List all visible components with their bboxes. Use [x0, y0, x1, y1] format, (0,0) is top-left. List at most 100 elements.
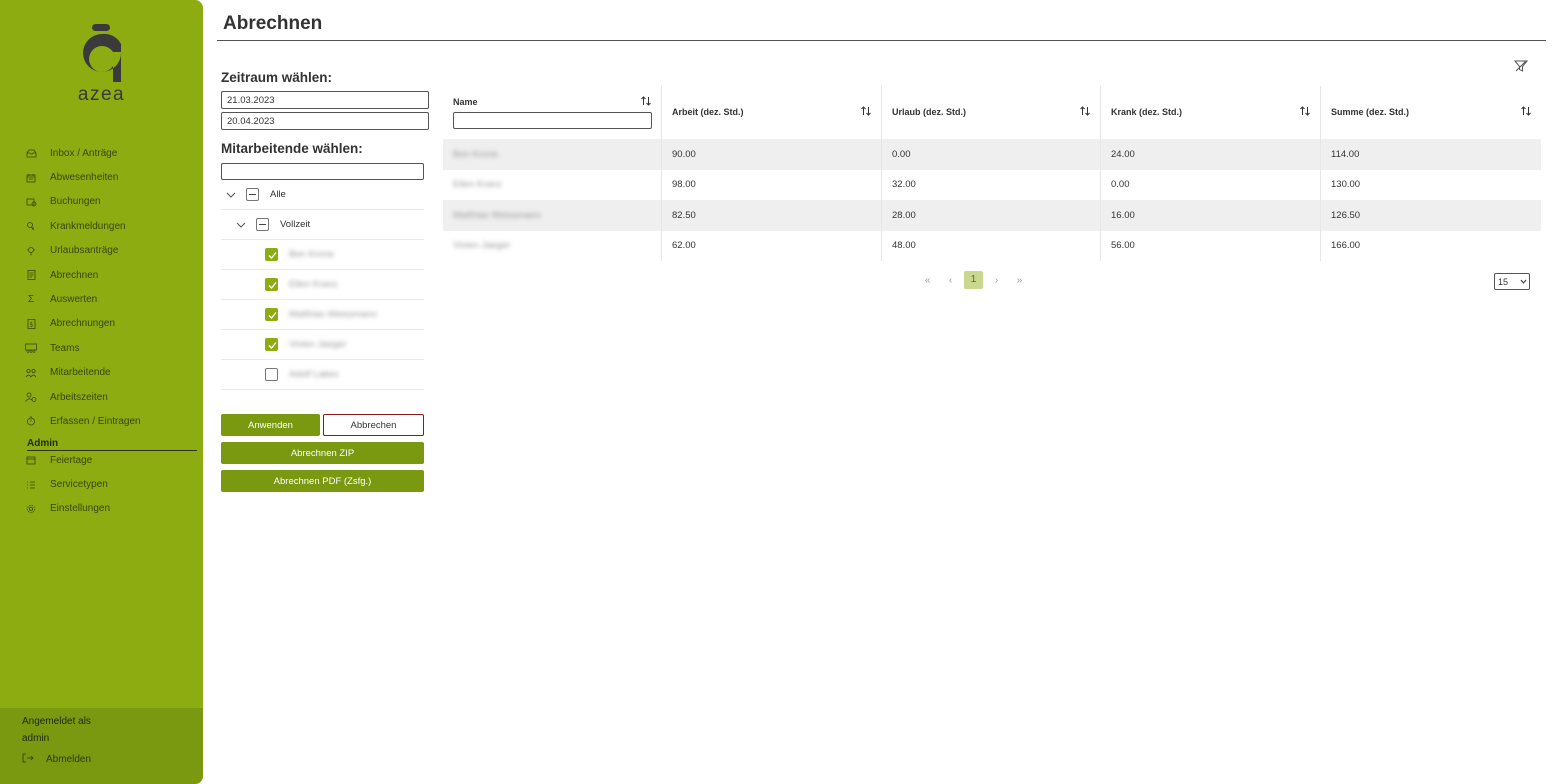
calendar-icon — [23, 172, 39, 184]
nav-item-krankmeldungen[interactable]: Krankmeldungen — [23, 214, 203, 238]
chevron-down-icon — [1520, 279, 1527, 284]
employee-tree: Alle Vollzeit Ben Krone Ellen Kranz Matt… — [221, 180, 424, 390]
table-row[interactable]: Ben Krone 90.00 0.00 24.00 114.00 — [443, 139, 1541, 170]
chevron-down-icon[interactable] — [235, 219, 247, 231]
employees-label: Mitarbeitende wählen: — [221, 141, 363, 156]
cell-name: Vivien Jaeger — [453, 240, 511, 252]
employee-checkbox[interactable] — [265, 338, 278, 351]
sick-icon — [23, 220, 39, 232]
people-icon — [23, 367, 39, 379]
table-row[interactable]: Vivien Jaeger 62.00 48.00 56.00 166.00 — [443, 230, 1541, 261]
stopwatch-icon — [23, 415, 39, 427]
logged-in-label: Angemeldet als — [22, 716, 91, 727]
last-page-button[interactable]: » — [1008, 275, 1031, 286]
nav-item-abrechnen[interactable]: Abrechnen — [23, 263, 203, 287]
app-logo[interactable]: azea — [0, 22, 203, 106]
sort-icon[interactable] — [1520, 105, 1532, 117]
cell-krank: 24.00 — [1101, 139, 1321, 170]
export-zip-button[interactable]: Abrechnen ZIP — [221, 442, 424, 464]
nav-item-mitarbeitende[interactable]: Mitarbeitende — [23, 361, 203, 385]
first-page-button[interactable]: « — [916, 275, 939, 286]
teams-icon — [23, 342, 39, 354]
next-page-button[interactable]: › — [985, 275, 1008, 286]
group-label: Vollzeit — [280, 219, 311, 230]
sort-icon[interactable] — [1079, 105, 1091, 117]
logo-icon — [82, 24, 121, 82]
group-checkbox[interactable] — [256, 218, 269, 231]
name-filter-input[interactable] — [453, 112, 652, 129]
cell-arbeit: 98.00 — [662, 169, 882, 200]
employee-name: Ellen Kranz — [289, 279, 338, 290]
vacation-icon — [23, 245, 39, 257]
main-nav: Inbox / Anträge Abwesenheiten Buchungen … — [23, 141, 203, 434]
title-divider — [217, 40, 1546, 41]
inbox-icon — [23, 147, 39, 159]
table-row[interactable]: Ellen Kranz 98.00 32.00 0.00 130.00 — [443, 169, 1541, 200]
nav-item-arbeitszeiten[interactable]: Arbeitszeiten — [23, 385, 203, 409]
nav-item-auswerten[interactable]: Σ Auswerten — [23, 287, 203, 311]
column-header-krank: Krank (dez. Std.) — [1101, 86, 1321, 139]
nav-item-feiertage[interactable]: Feiertage — [23, 448, 203, 472]
list-icon — [23, 479, 39, 491]
cancel-button[interactable]: Abbrechen — [323, 414, 424, 436]
employee-checkbox[interactable] — [265, 308, 278, 321]
tree-row-employee: Vivien Jaeger — [221, 330, 424, 360]
tree-row-employee: Ben Krone — [221, 240, 424, 270]
prev-page-button[interactable]: ‹ — [939, 275, 962, 286]
employee-checkbox[interactable] — [265, 248, 278, 261]
cell-arbeit: 82.50 — [662, 200, 882, 231]
column-header-urlaub: Urlaub (dez. Std.) — [882, 86, 1101, 139]
cell-summe: 114.00 — [1331, 148, 1360, 160]
table-row[interactable]: Matthias Weissmann 82.50 28.00 16.00 126… — [443, 200, 1541, 231]
employee-search-input[interactable] — [221, 163, 424, 180]
apply-button[interactable]: Anwenden — [221, 414, 320, 436]
nav-item-servicetypen[interactable]: Servicetypen — [23, 472, 203, 496]
sort-icon[interactable] — [1299, 105, 1311, 117]
column-header-name: Name — [443, 86, 662, 139]
column-header-summe: Summe (dez. Std.) — [1321, 86, 1541, 139]
pagination: « ‹ 1 › » — [916, 271, 1031, 289]
sidebar: azea Inbox / Anträge Abwesenheiten Buchu… — [0, 0, 203, 784]
employee-checkbox[interactable] — [265, 278, 278, 291]
tree-row-employee: Adolf Lakes — [221, 360, 424, 390]
employee-checkbox[interactable] — [265, 368, 278, 381]
nav-item-abrechnungen[interactable]: $ Abrechnungen — [23, 312, 203, 336]
cell-krank: 16.00 — [1101, 200, 1321, 231]
nav-item-erfassen[interactable]: Erfassen / Eintragen — [23, 409, 203, 433]
tree-row-all: Alle — [221, 180, 424, 210]
gear-icon — [23, 503, 39, 515]
date-to-input[interactable] — [221, 112, 429, 130]
employee-name: Vivien Jaeger — [289, 339, 347, 350]
tree-row-employee: Ellen Kranz — [221, 270, 424, 300]
nav-item-einstellungen[interactable]: Einstellungen — [23, 497, 203, 521]
cell-summe: 166.00 — [1331, 240, 1361, 252]
nav-item-abwesenheiten[interactable]: Abwesenheiten — [23, 165, 203, 189]
booking-icon — [23, 196, 39, 208]
sort-icon[interactable] — [860, 105, 872, 117]
invoice-icon: $ — [23, 318, 39, 330]
nav-item-urlaubsantraege[interactable]: Urlaubsanträge — [23, 239, 203, 263]
sort-icon[interactable] — [640, 95, 652, 107]
logout-icon — [22, 753, 34, 766]
nav-item-teams[interactable]: Teams — [23, 336, 203, 360]
page-title: Abrechnen — [223, 13, 323, 34]
holiday-icon — [23, 454, 39, 466]
sigma-icon: Σ — [27, 294, 35, 306]
all-checkbox[interactable] — [246, 188, 259, 201]
logout-button[interactable]: Abmelden — [22, 753, 91, 766]
export-pdf-button[interactable]: Abrechnen PDF (Zsfg.) — [221, 470, 424, 492]
nav-item-inbox[interactable]: Inbox / Anträge — [23, 141, 203, 165]
cell-name: Matthias Weissmann — [453, 209, 541, 221]
clear-filter-icon[interactable] — [1514, 59, 1528, 73]
page-1-button[interactable]: 1 — [964, 271, 983, 289]
chevron-down-icon[interactable] — [225, 189, 237, 201]
tree-row-group: Vollzeit — [221, 210, 424, 240]
cell-krank: 56.00 — [1101, 230, 1321, 261]
page-size-select[interactable]: 15 — [1494, 273, 1530, 290]
cell-summe: 130.00 — [1331, 179, 1361, 191]
cell-name: Ben Krone — [453, 148, 498, 160]
cell-urlaub: 28.00 — [882, 200, 1101, 231]
nav-item-buchungen[interactable]: Buchungen — [23, 190, 203, 214]
admin-nav: Feiertage Servicetypen Einstellungen — [23, 448, 203, 521]
date-from-input[interactable] — [221, 91, 429, 109]
